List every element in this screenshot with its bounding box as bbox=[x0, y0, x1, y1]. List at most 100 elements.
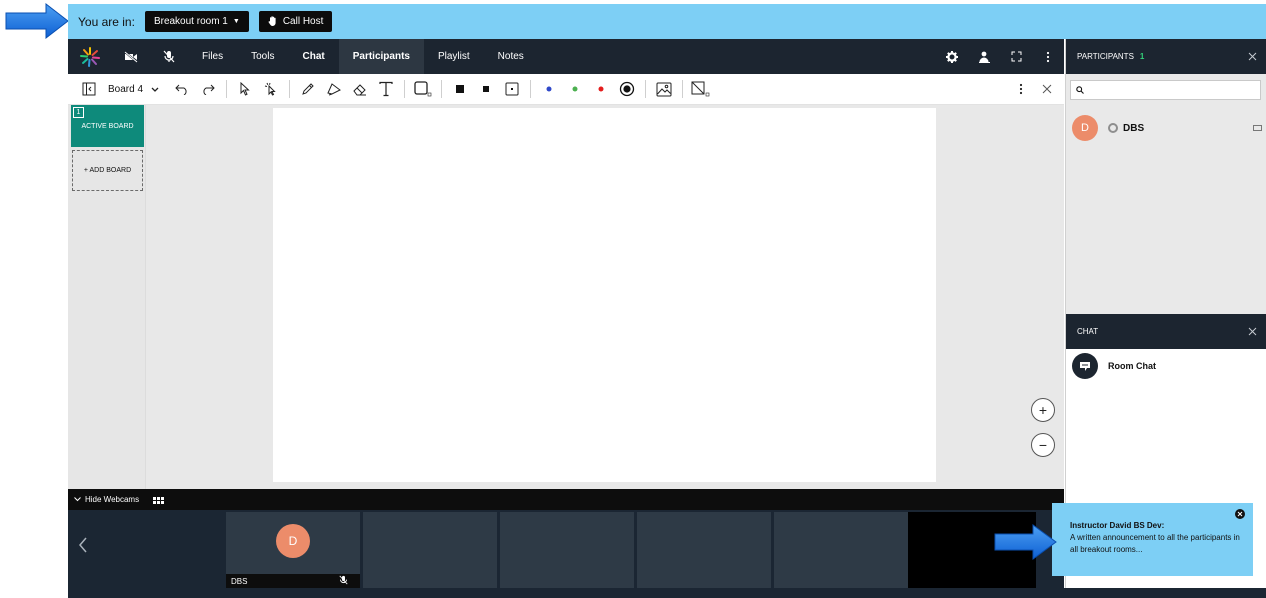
close-participants-button[interactable] bbox=[1248, 50, 1257, 64]
add-board-label: + ADD BOARD bbox=[83, 167, 132, 174]
app-logo bbox=[68, 39, 112, 74]
toolbar-divider bbox=[682, 80, 684, 98]
text-tool-button[interactable] bbox=[373, 74, 399, 105]
call-host-button[interactable]: Call Host bbox=[258, 11, 333, 32]
toggle-boards-button[interactable] bbox=[76, 74, 102, 105]
stroke-small-button[interactable] bbox=[499, 74, 525, 105]
participant-row[interactable]: D DBS bbox=[1072, 115, 1262, 141]
webcam-name-bar: DBS bbox=[226, 574, 360, 588]
tab-files[interactable]: Files bbox=[188, 39, 237, 74]
toolbar-divider bbox=[645, 80, 647, 98]
undo-button[interactable] bbox=[169, 74, 195, 105]
top-nav: Files Tools Chat Participants Playlist N… bbox=[68, 39, 1064, 74]
tab-tools[interactable]: Tools bbox=[237, 39, 288, 74]
active-board-thumbnail[interactable]: 1 ACTIVE BOARD bbox=[71, 105, 144, 147]
mic-off-icon bbox=[163, 50, 175, 63]
more-menu-button[interactable] bbox=[1032, 39, 1064, 74]
square-medium-icon bbox=[483, 86, 490, 92]
board-select[interactable]: Board 4 bbox=[102, 84, 169, 95]
settings-button[interactable] bbox=[936, 39, 968, 74]
room-chat-item[interactable]: Room Chat bbox=[1072, 353, 1156, 379]
tab-chat[interactable]: Chat bbox=[288, 39, 338, 74]
board-number: 1 bbox=[73, 107, 84, 118]
webcam-tile-self[interactable]: D DBS bbox=[226, 512, 360, 588]
fullscreen-button[interactable] bbox=[1000, 39, 1032, 74]
color-blue-button[interactable] bbox=[536, 74, 562, 105]
whiteboard-more-button[interactable] bbox=[1008, 74, 1034, 105]
stroke-large-button[interactable] bbox=[447, 74, 473, 105]
zoom-in-label: + bbox=[1038, 402, 1048, 418]
boards-column: 1 ACTIVE BOARD + ADD BOARD bbox=[68, 105, 146, 489]
close-announcement-button[interactable] bbox=[1235, 509, 1245, 519]
pointer-arrow-icon bbox=[5, 2, 69, 40]
status-indicator bbox=[1108, 123, 1118, 133]
select-tool-button[interactable] bbox=[232, 74, 258, 105]
highlighter-icon bbox=[327, 83, 341, 96]
zoom-out-button[interactable]: − bbox=[1031, 433, 1055, 457]
stroke-medium-button[interactable] bbox=[473, 74, 499, 105]
breakout-room-select[interactable]: Breakout room 1 ▼ bbox=[144, 11, 249, 32]
webcam-name: DBS bbox=[231, 576, 248, 586]
bottom-strip bbox=[68, 588, 1266, 598]
eraser-tool-button[interactable] bbox=[347, 74, 373, 105]
close-chat-button[interactable] bbox=[1248, 325, 1257, 339]
gear-icon bbox=[946, 50, 958, 63]
hide-webcams-button[interactable]: Hide Webcams bbox=[74, 495, 139, 504]
redo-icon bbox=[203, 84, 215, 95]
background-button[interactable] bbox=[688, 74, 714, 105]
zoom-in-button[interactable]: + bbox=[1031, 398, 1055, 422]
webcam-tile-empty bbox=[500, 512, 634, 588]
presenter-button[interactable] bbox=[968, 39, 1000, 74]
whiteboard-toolbar: Board 4 bbox=[68, 74, 1064, 105]
cursor-arrow-icon bbox=[240, 82, 250, 96]
pen-tool-button[interactable] bbox=[295, 74, 321, 105]
toolbar-divider bbox=[530, 80, 532, 98]
breakout-banner: You are in: Breakout room 1 ▼ Call Host bbox=[68, 4, 1266, 39]
zoom-out-label: − bbox=[1038, 437, 1048, 453]
laser-tool-button[interactable] bbox=[258, 74, 284, 105]
close-icon bbox=[1248, 52, 1257, 60]
breakout-room-value: Breakout room 1 bbox=[153, 16, 228, 27]
chevron-left-icon bbox=[79, 537, 87, 553]
close-icon bbox=[1042, 84, 1052, 94]
pencil-icon bbox=[302, 83, 314, 95]
panel-toggle-icon bbox=[82, 82, 96, 96]
color-red-button[interactable] bbox=[588, 74, 614, 105]
announcement-sender: Instructor David BS Dev: bbox=[1070, 521, 1165, 530]
tab-files-label: Files bbox=[202, 51, 224, 62]
tab-notes[interactable]: Notes bbox=[484, 39, 538, 74]
shape-tool-button[interactable] bbox=[410, 74, 436, 105]
screen-icon bbox=[1253, 125, 1262, 131]
camera-off-button[interactable] bbox=[112, 39, 150, 74]
kebab-menu-icon bbox=[1019, 83, 1023, 95]
starburst-logo-icon bbox=[80, 46, 100, 67]
grid-view-button[interactable] bbox=[153, 491, 165, 509]
toolbar-divider bbox=[404, 80, 406, 98]
close-icon bbox=[1248, 327, 1257, 335]
highlighter-tool-button[interactable] bbox=[321, 74, 347, 105]
mic-off-button[interactable] bbox=[150, 39, 188, 74]
chat-title: CHAT bbox=[1077, 327, 1099, 336]
nav-actions bbox=[936, 39, 1064, 74]
add-board-button[interactable]: + ADD BOARD bbox=[72, 150, 143, 191]
webcam-bar: Hide Webcams bbox=[68, 489, 1064, 510]
insert-image-button[interactable] bbox=[651, 74, 677, 105]
webcam-strip: D DBS bbox=[68, 510, 1064, 588]
grid-icon bbox=[153, 496, 165, 504]
close-whiteboard-button[interactable] bbox=[1034, 74, 1060, 105]
room-chat-label: Room Chat bbox=[1108, 361, 1156, 371]
presenter-icon bbox=[978, 51, 990, 63]
participant-search-input[interactable] bbox=[1088, 85, 1260, 95]
color-black-button[interactable] bbox=[614, 74, 640, 105]
raised-hand-icon bbox=[268, 16, 276, 26]
previous-webcams-button[interactable] bbox=[78, 536, 88, 559]
tab-chat-label: Chat bbox=[302, 51, 325, 62]
chat-header: CHAT bbox=[1066, 314, 1266, 349]
redo-button[interactable] bbox=[195, 74, 221, 105]
text-icon bbox=[379, 81, 393, 97]
whiteboard-canvas[interactable] bbox=[273, 108, 936, 482]
color-green-button[interactable] bbox=[562, 74, 588, 105]
tab-participants[interactable]: Participants bbox=[338, 39, 424, 74]
tab-tools-label: Tools bbox=[251, 51, 275, 62]
tab-playlist[interactable]: Playlist bbox=[424, 39, 484, 74]
